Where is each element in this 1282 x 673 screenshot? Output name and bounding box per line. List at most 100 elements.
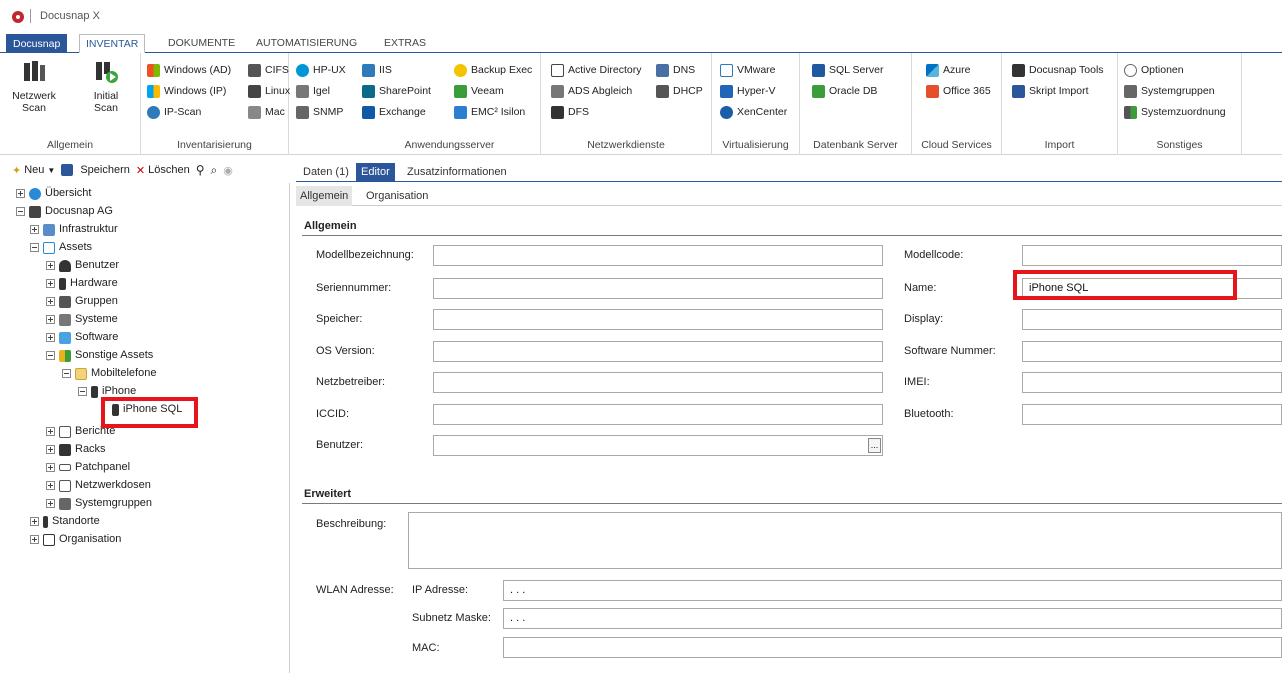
find-icon[interactable]: ⌕	[210, 163, 217, 178]
linux-button[interactable]: Linux	[248, 82, 290, 100]
tab-inventar[interactable]: INVENTAR	[79, 34, 146, 53]
tree-item-standorte[interactable]: Standorte	[30, 513, 100, 530]
expand-icon[interactable]	[46, 315, 55, 324]
search-icon[interactable]: ⚲	[196, 163, 205, 177]
iis-button[interactable]: IIS	[362, 61, 392, 79]
loeschen-button[interactable]: ✕ Löschen	[136, 164, 190, 177]
tree-item-docusnap-ag[interactable]: Docusnap AG	[16, 203, 113, 220]
tab-dokumente[interactable]: DOKUMENTE	[162, 34, 241, 53]
tab-docusnap[interactable]: Docusnap	[6, 34, 68, 53]
info-icon[interactable]: ◉	[223, 164, 233, 177]
expand-icon[interactable]	[16, 189, 25, 198]
tree-item-systemgruppen[interactable]: Systemgruppen	[46, 495, 152, 512]
initial-scan-button[interactable]: Initial Scan	[82, 59, 130, 114]
seriennummer-input[interactable]	[433, 278, 883, 299]
collapse-icon[interactable]	[62, 369, 71, 378]
tab-automatisierung[interactable]: AUTOMATISIERUNG	[250, 34, 363, 53]
speicher-input[interactable]	[433, 309, 883, 330]
expand-icon[interactable]	[30, 517, 39, 526]
expand-icon[interactable]	[46, 463, 55, 472]
bluetooth-input[interactable]	[1022, 404, 1282, 425]
collapse-icon[interactable]	[46, 351, 55, 360]
dfs-button[interactable]: DFS	[551, 103, 589, 121]
expand-icon[interactable]	[30, 535, 39, 544]
software-nummer-input[interactable]	[1022, 341, 1282, 362]
office365-button[interactable]: Office 365	[926, 82, 991, 100]
systemgruppen-button[interactable]: Systemgruppen	[1124, 82, 1215, 100]
mac-input[interactable]	[503, 637, 1282, 658]
expand-icon[interactable]	[46, 445, 55, 454]
tab-editor[interactable]: Editor	[356, 163, 395, 182]
tree-item-systeme[interactable]: Systeme	[46, 311, 118, 328]
optionen-button[interactable]: Optionen	[1124, 61, 1184, 79]
tree-item-benutzer[interactable]: Benutzer	[46, 257, 119, 274]
tree-item-hardware[interactable]: Hardware	[46, 275, 118, 292]
subnetz-maske-input[interactable]: . . .	[503, 608, 1282, 629]
modellcode-input[interactable]	[1022, 245, 1282, 266]
backup-exec-button[interactable]: Backup Exec	[454, 61, 532, 79]
ads-abgleich-button[interactable]: ADS Abgleich	[551, 82, 632, 100]
netzwerk-scan-button[interactable]: Netzwerk Scan	[8, 59, 60, 114]
oracle-db-button[interactable]: Oracle DB	[812, 82, 877, 100]
speichern-button[interactable]: Speichern	[61, 164, 130, 176]
os-version-input[interactable]	[433, 341, 883, 362]
expand-icon[interactable]	[30, 225, 39, 234]
dhcp-button[interactable]: DHCP	[656, 82, 703, 100]
expand-icon[interactable]	[46, 261, 55, 270]
windows-ad-button[interactable]: Windows (AD)	[147, 61, 231, 79]
collapse-icon[interactable]	[30, 243, 39, 252]
azure-button[interactable]: Azure	[926, 61, 970, 79]
iccid-input[interactable]	[433, 404, 883, 425]
tree-item-patchpanel[interactable]: Patchpanel	[46, 459, 130, 476]
expand-icon[interactable]	[46, 499, 55, 508]
tab-extras[interactable]: EXTRAS	[378, 34, 432, 53]
hyper-v-button[interactable]: Hyper-V	[720, 82, 776, 100]
dns-button[interactable]: DNS	[656, 61, 695, 79]
collapse-icon[interactable]	[78, 387, 87, 396]
imei-input[interactable]	[1022, 372, 1282, 393]
collapse-icon[interactable]	[16, 207, 25, 216]
tree-item-uebersicht[interactable]: Übersicht	[16, 185, 91, 202]
tree-item-gruppen[interactable]: Gruppen	[46, 293, 118, 310]
beschreibung-textarea[interactable]	[408, 512, 1282, 569]
expand-icon[interactable]	[46, 333, 55, 342]
subtab-allgemein[interactable]: Allgemein	[296, 186, 353, 206]
docusnap-tools-button[interactable]: Docusnap Tools	[1012, 61, 1104, 79]
expand-icon[interactable]	[46, 279, 55, 288]
tree-item-software[interactable]: Software	[46, 329, 118, 346]
mac-button[interactable]: Mac	[248, 103, 285, 121]
windows-ip-button[interactable]: Windows (IP)	[147, 82, 226, 100]
tree-item-mobiltelefone[interactable]: Mobiltelefone	[62, 365, 156, 382]
display-input[interactable]	[1022, 309, 1282, 330]
exchange-button[interactable]: Exchange	[362, 103, 426, 121]
netzbetreiber-input[interactable]	[433, 372, 883, 393]
neu-button[interactable]: ✦ Neu ▼	[12, 164, 55, 177]
expand-icon[interactable]	[46, 427, 55, 436]
tab-daten[interactable]: Daten (1)	[298, 163, 354, 182]
sql-server-button[interactable]: SQL Server	[812, 61, 883, 79]
xencenter-button[interactable]: XenCenter	[720, 103, 787, 121]
benutzer-browse-button[interactable]: ...	[868, 438, 881, 453]
tree-item-racks[interactable]: Racks	[46, 441, 106, 458]
benutzer-input[interactable]: ...	[433, 435, 883, 456]
systemzuordnung-button[interactable]: Systemzuordnung	[1124, 103, 1226, 121]
ip-scan-button[interactable]: IP-Scan	[147, 103, 201, 121]
tree-item-sonstige-assets[interactable]: Sonstige Assets	[46, 347, 153, 364]
tree-item-infrastruktur[interactable]: Infrastruktur	[30, 221, 118, 238]
skript-import-button[interactable]: Skript Import	[1012, 82, 1089, 100]
tree-item-assets[interactable]: Assets	[30, 239, 92, 256]
emc-isilon-button[interactable]: EMC² Isilon	[454, 103, 525, 121]
tree-item-organisation[interactable]: Organisation	[30, 531, 121, 548]
vmware-button[interactable]: VMware	[720, 61, 776, 79]
tab-zusatzinformationen[interactable]: Zusatzinformationen	[402, 163, 512, 182]
tree-item-netzwerkdosen[interactable]: Netzwerkdosen	[46, 477, 151, 494]
active-directory-button[interactable]: Active Directory	[551, 61, 642, 79]
ip-adresse-input[interactable]: . . .	[503, 580, 1282, 601]
subtab-organisation[interactable]: Organisation	[362, 186, 432, 206]
chevron-down-icon[interactable]: ▼	[47, 166, 55, 175]
veeam-button[interactable]: Veeam	[454, 82, 504, 100]
modellbezeichnung-input[interactable]	[433, 245, 883, 266]
sharepoint-button[interactable]: SharePoint	[362, 82, 431, 100]
cifs-button[interactable]: CIFS	[248, 61, 289, 79]
expand-icon[interactable]	[46, 297, 55, 306]
